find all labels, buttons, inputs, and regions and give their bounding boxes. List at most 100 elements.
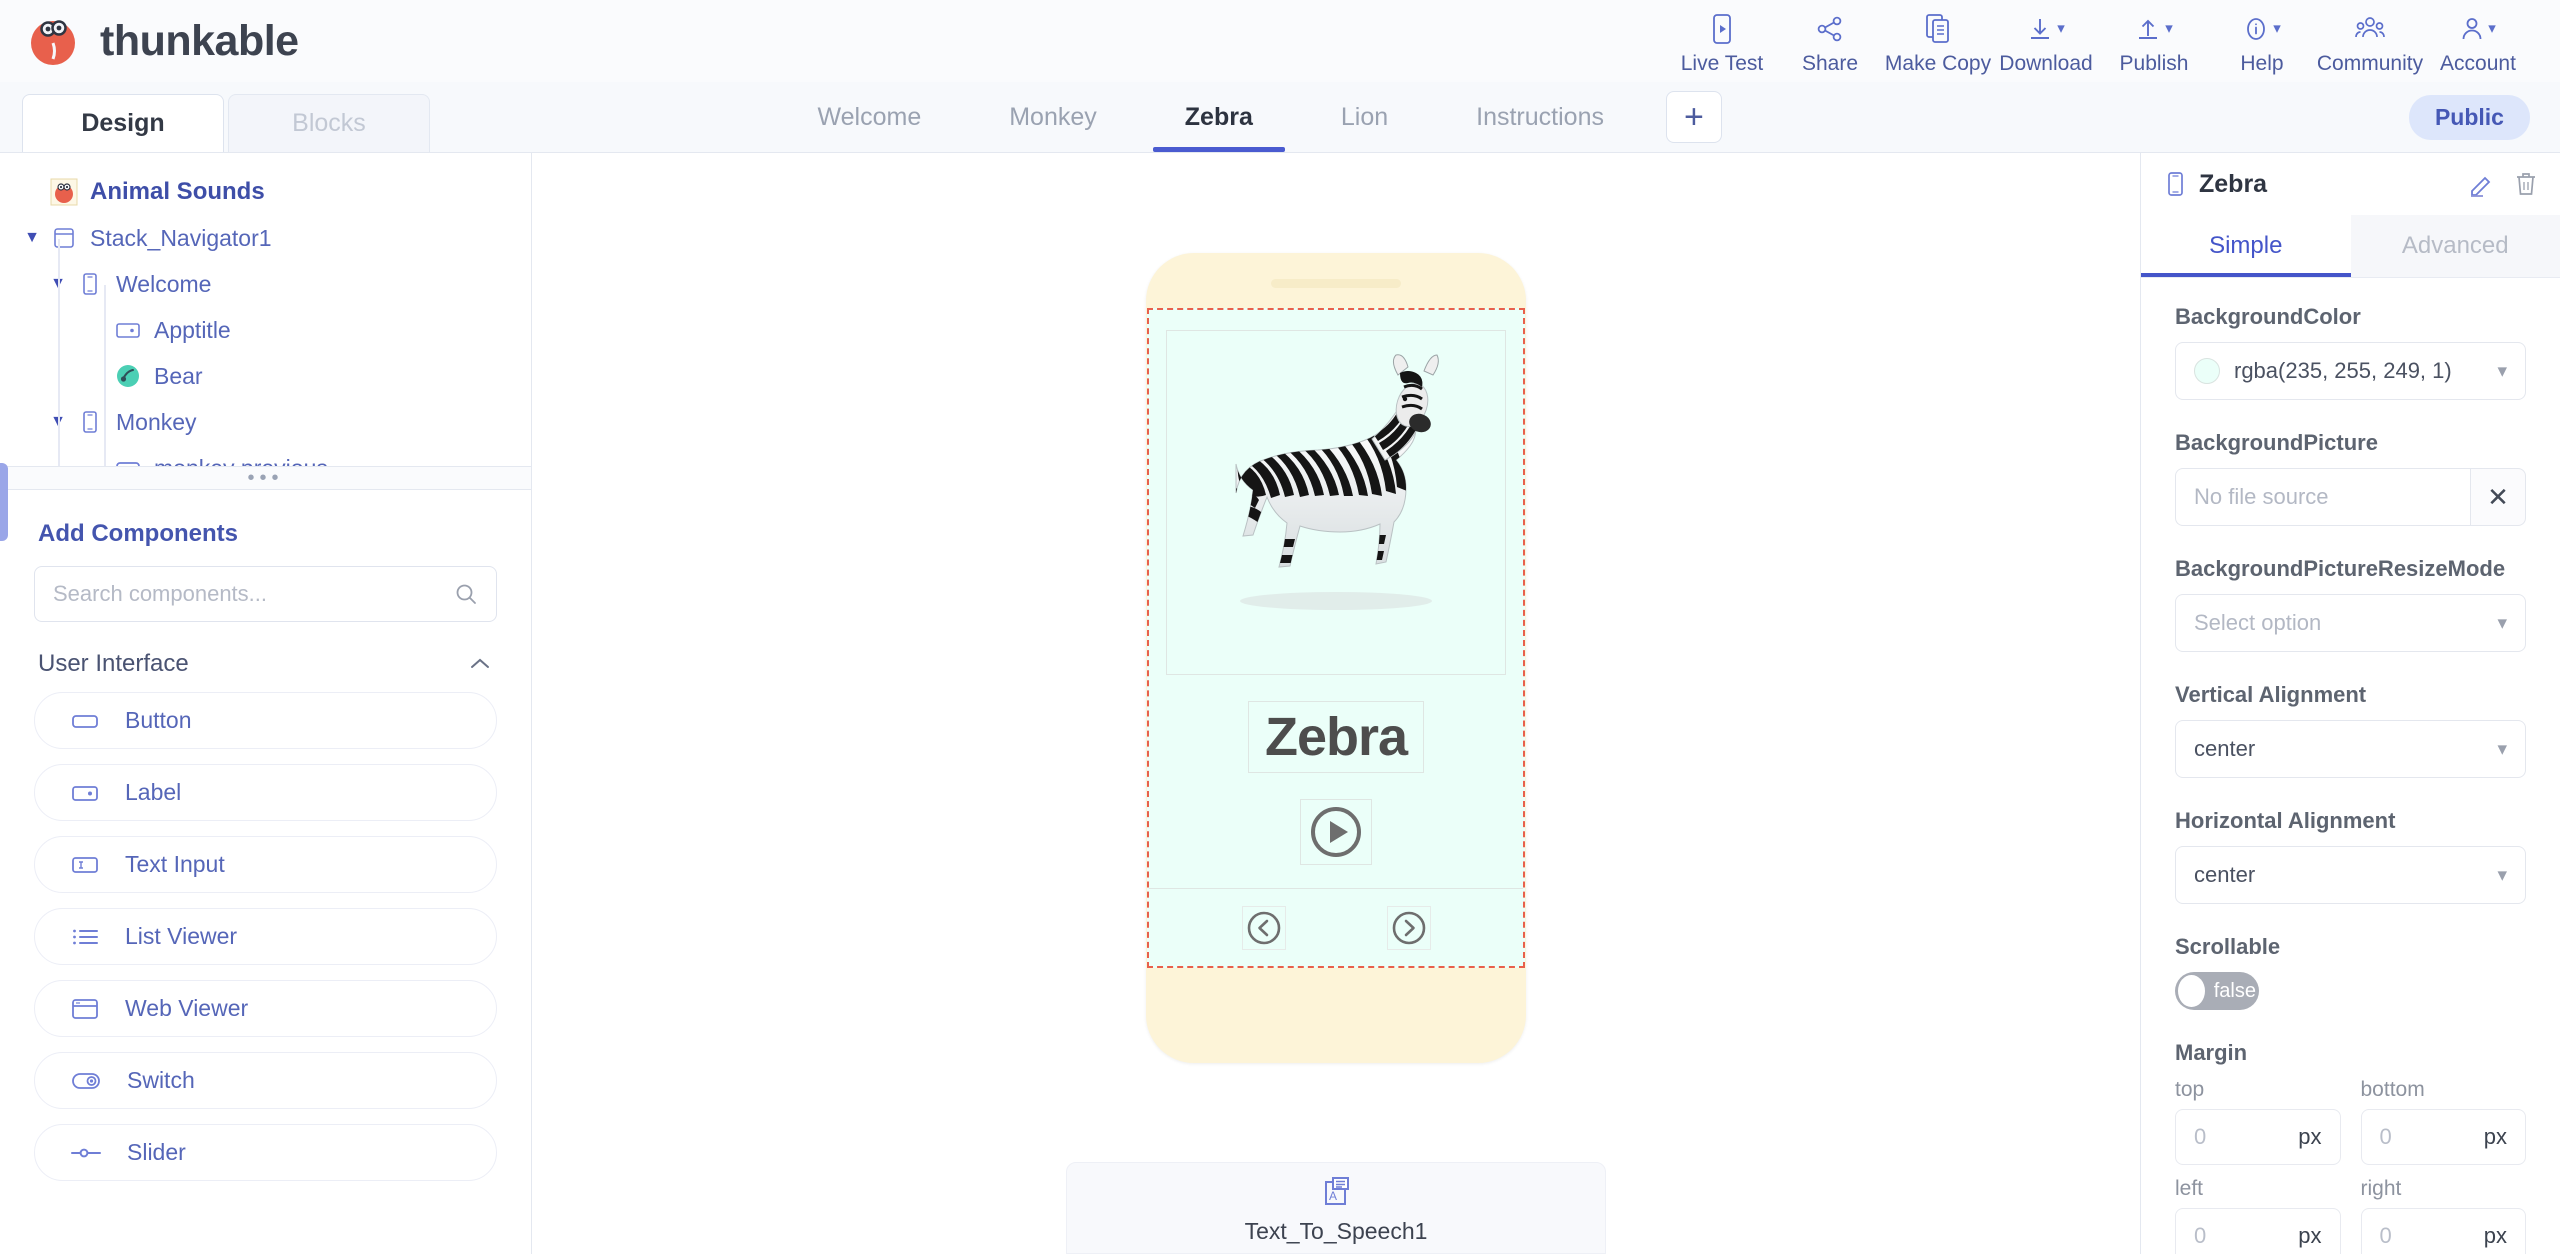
chevron-down-icon: ▾ <box>2497 738 2507 760</box>
chevron-up-icon[interactable] <box>469 657 491 671</box>
tree-item-apptitle[interactable]: ▾ Apptitle <box>0 307 531 353</box>
component-item-button[interactable]: Button <box>34 692 497 749</box>
search-input[interactable] <box>53 581 454 607</box>
visibility-badge[interactable]: Public <box>2408 94 2530 140</box>
tab-advanced[interactable]: Advanced <box>2350 215 2560 277</box>
margin-top-group: top 0 px <box>2175 1078 2341 1165</box>
component-label: Label <box>125 779 182 805</box>
tree-item-monkey-previous[interactable]: ▾ monkey previous <box>0 445 531 466</box>
screen-tab-monkey-label: Monkey <box>1009 102 1097 131</box>
component-label: Text Input <box>125 851 225 877</box>
tree-item-monkey[interactable]: ▼ Monkey <box>0 399 531 445</box>
screen-tab-lion[interactable]: Lion <box>1297 82 1432 152</box>
component-tree: ▾ Animal Sounds ▼ <box>0 153 531 466</box>
live-test-button[interactable]: Live Test <box>1668 7 1776 76</box>
zebra-image-component[interactable] <box>1166 330 1506 675</box>
search-components-box[interactable] <box>34 566 497 622</box>
tree-item-label: monkey previous <box>146 455 328 467</box>
trash-icon[interactable] <box>2514 171 2538 197</box>
navigator-icon <box>46 226 82 250</box>
next-button-component[interactable] <box>1386 905 1431 950</box>
resize-mode-value: Select option <box>2194 610 2322 635</box>
tree-item-stack-navigator1[interactable]: ▼ Stack_Navigator1 <box>0 215 531 261</box>
background-picture-clear-button[interactable]: ✕ <box>2470 468 2526 526</box>
background-picture-resize-mode-label: BackgroundPictureResizeMode <box>2175 556 2506 581</box>
background-picture-input[interactable]: No file source <box>2175 468 2470 526</box>
account-button[interactable]: ▾ Account <box>2424 7 2532 76</box>
screen-tab-instructions[interactable]: Instructions <box>1432 82 1648 152</box>
share-button[interactable]: Share <box>1776 7 1884 76</box>
background-color-picker[interactable]: rgba(235, 255, 249, 1) ▾ <box>2175 342 2526 400</box>
phone-preview-frame: Zebra <box>1146 253 1526 1063</box>
play-circle-icon <box>1309 805 1363 859</box>
left-panel-resize-handle[interactable] <box>0 463 8 541</box>
screen-tab-monkey[interactable]: Monkey <box>965 82 1141 152</box>
screen-zebra-preview[interactable]: Zebra <box>1147 308 1525 968</box>
component-item-web-viewer[interactable]: Web Viewer <box>34 980 497 1037</box>
tree-item-bear[interactable]: ▾ Bear <box>0 353 531 399</box>
margin-right-label: right <box>2360 1177 2402 1200</box>
panel-splitter-handle[interactable]: ••• <box>0 466 531 490</box>
toggle-knob <box>2178 975 2205 1007</box>
previous-button-component[interactable] <box>1241 905 1286 950</box>
chevron-left-circle-icon <box>1245 909 1283 947</box>
invisible-component-label: Text_To_Speech1 <box>1244 1217 1428 1244</box>
margin-right-input[interactable]: 0 px <box>2360 1208 2526 1254</box>
invisible-component-text-to-speech1[interactable]: A Text_To_Speech1 <box>1066 1162 1606 1254</box>
component-label: Slider <box>127 1139 186 1165</box>
help-button[interactable]: ▾ Help <box>2208 7 2316 76</box>
add-components-title: Add Components <box>38 520 238 547</box>
search-icon <box>454 582 478 606</box>
account-label: Account <box>2440 51 2516 75</box>
margin-bottom-input[interactable]: 0 px <box>2360 1109 2526 1165</box>
component-item-switch[interactable]: Switch <box>34 1052 497 1109</box>
margin-top-unit: px <box>2298 1124 2322 1149</box>
vertical-alignment-select[interactable]: center ▾ <box>2175 720 2526 778</box>
community-button[interactable]: Community <box>2316 7 2424 76</box>
margin-left-value: 0 <box>2194 1223 2207 1248</box>
tree-guide-line <box>104 285 106 466</box>
margin-left-input[interactable]: 0 px <box>2175 1208 2341 1254</box>
play-button-component[interactable] <box>1300 799 1372 865</box>
text-input-icon <box>71 855 99 875</box>
slider-icon <box>71 1145 101 1161</box>
horizontal-alignment-select[interactable]: center ▾ <box>2175 846 2526 904</box>
background-picture-resize-mode-select[interactable]: Select option ▾ <box>2175 594 2526 652</box>
make-copy-button[interactable]: Make Copy <box>1884 7 1992 76</box>
chevron-right-circle-icon <box>1390 909 1428 947</box>
zebra-label-component[interactable]: Zebra <box>1247 701 1425 773</box>
brand-logo-area[interactable]: thunkable <box>0 13 299 69</box>
section-user-interface-header[interactable]: User Interface <box>38 650 491 678</box>
add-screen-button[interactable]: + <box>1665 91 1722 143</box>
margin-grid: top 0 px bottom 0 px left 0 px right 0 p… <box>2175 1078 2526 1254</box>
tab-simple[interactable]: Simple <box>2141 215 2351 277</box>
download-button[interactable]: ▾ Download <box>1992 7 2100 76</box>
screen-tab-zebra[interactable]: Zebra <box>1141 82 1297 152</box>
margin-top-input[interactable]: 0 px <box>2175 1109 2341 1165</box>
screen-icon <box>72 410 108 434</box>
screen-tab-zebra-label: Zebra <box>1184 102 1253 131</box>
background-picture-row: No file source ✕ <box>2175 468 2526 526</box>
tree-guide-line <box>58 239 60 466</box>
component-item-list-viewer[interactable]: List Viewer <box>34 908 497 965</box>
publish-button[interactable]: ▾ Publish <box>2100 7 2208 76</box>
tree-item-welcome[interactable]: ▼ Welcome <box>0 261 531 307</box>
component-item-slider[interactable]: Slider <box>34 1124 497 1181</box>
component-list: Button Label Text Input List Viewer Web … <box>34 692 497 1181</box>
scrollable-toggle[interactable]: false <box>2175 972 2259 1010</box>
plus-icon: + <box>1684 97 1704 136</box>
chevron-down-icon: ▾ <box>2057 20 2065 37</box>
chevron-down-icon[interactable]: ▼ <box>18 229 46 247</box>
thunkable-app-builder: thunkable Live Test Share Make Copy ▾ Do… <box>0 0 2560 1254</box>
screen-nav-row <box>1149 888 1523 966</box>
mode-tab-group: Design Blocks <box>0 82 430 152</box>
tab-blocks[interactable]: Blocks <box>228 94 430 152</box>
margin-bottom-label: bottom <box>2360 1078 2425 1101</box>
screen-tab-welcome[interactable]: Welcome <box>773 82 965 152</box>
pencil-icon[interactable] <box>2468 171 2494 197</box>
color-swatch <box>2194 358 2220 384</box>
tab-design[interactable]: Design <box>22 94 224 152</box>
component-item-text-input[interactable]: Text Input <box>34 836 497 893</box>
tree-item-project[interactable]: ▾ Animal Sounds <box>0 169 531 215</box>
component-item-label[interactable]: Label <box>34 764 497 821</box>
